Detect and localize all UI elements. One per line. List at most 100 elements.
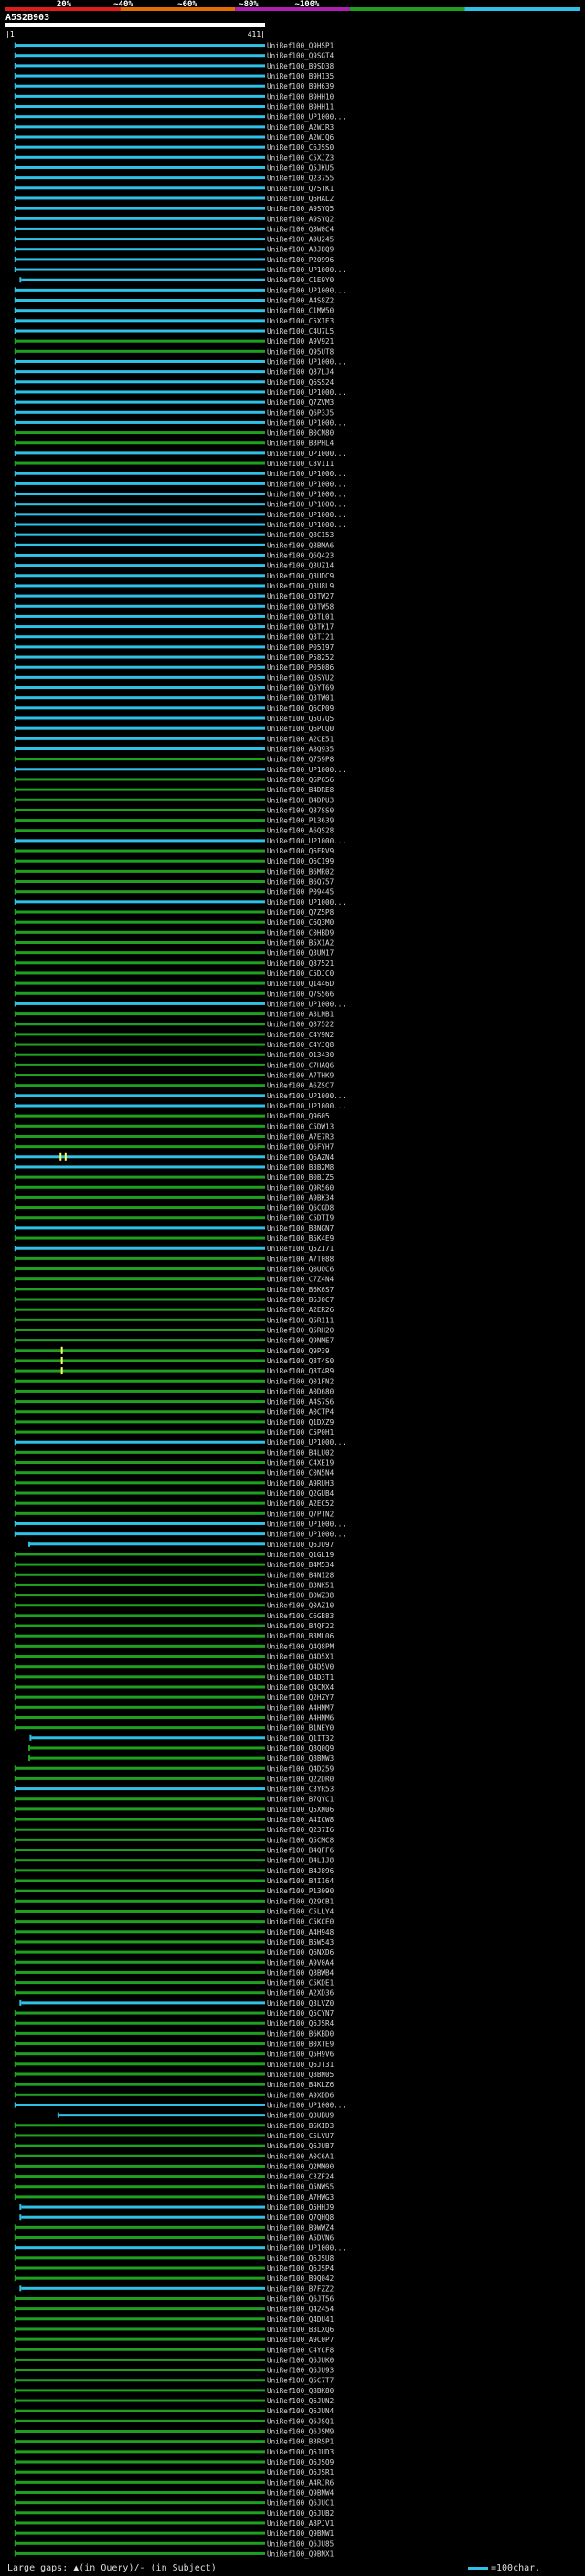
hit-bar bbox=[21, 278, 265, 281]
hit-bar bbox=[16, 2276, 266, 2280]
hit-label: UniRef100_Q6SS24 bbox=[267, 378, 335, 387]
hit-label: UniRef100_Q6JSP4 bbox=[267, 2264, 335, 2273]
hit-bar-start-cap bbox=[14, 113, 16, 120]
hit-bar bbox=[16, 1573, 266, 1576]
hit-label: UniRef100_Q4D259 bbox=[267, 1765, 335, 1773]
hit-bar bbox=[16, 84, 266, 88]
hit-bar-start-cap bbox=[14, 52, 16, 58]
hit-bar-start-cap bbox=[14, 1776, 16, 1782]
hit-label: UniRef100_A4H948 bbox=[267, 1928, 335, 1936]
hit-label: UniRef100_C5DTI9 bbox=[267, 1214, 335, 1223]
hit-label: UniRef100_Q3SYU2 bbox=[267, 673, 334, 682]
hit-label: UniRef100_C1MW50 bbox=[267, 307, 335, 315]
hit-bar-start-cap bbox=[14, 878, 16, 885]
hit-bar bbox=[16, 2031, 266, 2035]
hit-bar bbox=[16, 951, 266, 955]
hit-bar-start-cap bbox=[14, 1837, 16, 1843]
query-gap-marker bbox=[64, 1152, 67, 1161]
hit-bar-start-cap bbox=[14, 1479, 16, 1486]
hit-bar-start-cap bbox=[14, 1847, 16, 1853]
hit-bar-start-cap bbox=[14, 297, 16, 303]
hit-label: UniRef100_B9SD38 bbox=[267, 62, 335, 70]
hit-bar-start-cap bbox=[14, 1653, 16, 1659]
hit-label: UniRef100_Q87522 bbox=[267, 1021, 334, 1029]
hit-label: UniRef100_Q8BNW3 bbox=[267, 1754, 334, 1763]
hit-label: UniRef100_Q4Q8PM bbox=[267, 1642, 335, 1650]
hit-bar bbox=[16, 859, 266, 863]
hit-label: UniRef100_A7T088 bbox=[267, 1255, 335, 1263]
hit-bar bbox=[16, 186, 266, 190]
hit-label: UniRef100_A9XDD6 bbox=[267, 2091, 335, 2099]
hit-bar bbox=[16, 971, 266, 975]
hit-bar bbox=[16, 686, 266, 690]
hit-bar-start-cap bbox=[14, 2020, 16, 2027]
hit-bar-start-cap bbox=[14, 2122, 16, 2128]
hit-label: UniRef100_Q8BK80 bbox=[267, 2387, 335, 2395]
hit-bar bbox=[16, 706, 266, 710]
hit-bar-start-cap bbox=[14, 1042, 16, 1048]
hit-label: UniRef100_A7THK9 bbox=[267, 1072, 335, 1080]
hit-bar-start-cap bbox=[14, 623, 16, 630]
hit-bar bbox=[16, 268, 266, 271]
hit-bar-start-cap bbox=[14, 1266, 16, 1272]
hit-label: UniRef100_UP1000... bbox=[267, 1438, 346, 1447]
hit-bar-start-cap bbox=[14, 501, 16, 507]
hit-bar-start-cap bbox=[14, 991, 16, 997]
hit-bar bbox=[16, 1960, 266, 1964]
hit-label: UniRef100_A4S7S6 bbox=[267, 1398, 335, 1406]
hit-bar-start-cap bbox=[14, 1317, 16, 1323]
hit-bar bbox=[16, 1440, 266, 1444]
hit-bar bbox=[16, 930, 266, 934]
hit-label: UniRef100_Q6JSQ1 bbox=[267, 2417, 335, 2425]
hit-bar bbox=[16, 1023, 266, 1026]
hit-bar bbox=[16, 431, 266, 435]
hit-bar bbox=[16, 726, 266, 730]
hit-label: UniRef100_C0HBD9 bbox=[267, 928, 335, 937]
hit-label: UniRef100_UP1000... bbox=[267, 898, 346, 906]
hit-bar-start-cap bbox=[14, 2183, 16, 2189]
hit-label: UniRef100_A2CE51 bbox=[267, 735, 335, 743]
hit-label: UniRef100_UP1000... bbox=[267, 491, 346, 499]
hit-bar bbox=[16, 1328, 266, 1331]
hit-bar bbox=[16, 625, 266, 629]
hit-bar bbox=[16, 2327, 266, 2331]
hit-bar bbox=[16, 655, 266, 659]
hit-bar bbox=[21, 2001, 265, 2005]
hit-label: UniRef100_Q237I6 bbox=[267, 1826, 335, 1834]
hit-bar bbox=[16, 1165, 266, 1169]
hit-bar-start-cap bbox=[14, 787, 16, 793]
hit-label: UniRef100_B4DRE8 bbox=[267, 786, 335, 794]
hit-bar-start-cap bbox=[14, 1459, 16, 1466]
hit-bar-start-cap bbox=[14, 206, 16, 212]
hit-bar-start-cap bbox=[14, 1418, 16, 1425]
query-bar bbox=[5, 23, 265, 27]
hit-label: UniRef100_A2WJR3 bbox=[267, 123, 334, 132]
hit-bar-start-cap bbox=[14, 1469, 16, 1476]
hit-bar bbox=[16, 319, 266, 323]
hit-bar-start-cap bbox=[14, 572, 16, 578]
hit-label: UniRef100_A4HNM7 bbox=[267, 1703, 334, 1712]
hit-label: UniRef100_Q6JUN2 bbox=[267, 2397, 334, 2405]
hit-bar-start-cap bbox=[14, 1612, 16, 1618]
hit-label: UniRef100_B3B2M8 bbox=[267, 1163, 335, 1171]
hit-bar bbox=[16, 1359, 266, 1362]
hit-bar bbox=[16, 2062, 266, 2066]
hit-bar-start-cap bbox=[14, 827, 16, 833]
hit-label: UniRef100_Q1446D bbox=[267, 980, 335, 988]
hit-bar bbox=[16, 1400, 266, 1404]
hit-label: UniRef100_O13430 bbox=[267, 1051, 335, 1059]
hit-bar bbox=[16, 2399, 266, 2402]
hit-bar bbox=[30, 1746, 265, 1750]
hit-bar-start-cap bbox=[14, 766, 16, 772]
hit-bar-start-cap bbox=[14, 1500, 16, 1507]
hit-label: UniRef100_B5W543 bbox=[267, 1938, 334, 1946]
hit-bar bbox=[16, 829, 266, 832]
hit-bar-start-cap bbox=[14, 1949, 16, 1956]
hit-bar-start-cap bbox=[14, 2519, 16, 2526]
hit-label: UniRef100_Q5C7T7 bbox=[267, 2377, 334, 2385]
hit-label: UniRef100_Q95UT8 bbox=[267, 347, 335, 355]
hit-bar-start-cap bbox=[14, 542, 16, 548]
hit-label: UniRef100_B3LXQ6 bbox=[267, 2326, 335, 2334]
hit-label: UniRef100_C1E9Y0 bbox=[267, 276, 335, 284]
hit-label: UniRef100_B4N128 bbox=[267, 1571, 335, 1579]
